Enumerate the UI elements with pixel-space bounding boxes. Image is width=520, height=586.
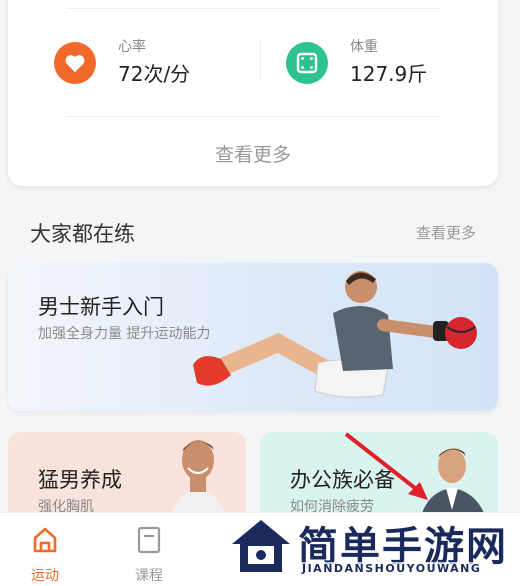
workout-illustration — [193, 271, 477, 398]
divider — [66, 8, 440, 9]
weight-metric[interactable]: 体重 127.9斤 — [286, 38, 427, 88]
weight-label: 体重 — [350, 39, 378, 55]
featured-course-card[interactable]: 男士新手入门 加强全身力量 提升运动能力 — [8, 263, 498, 411]
watermark-subtitle: JIANDANSHOUYOUWANG — [300, 562, 484, 575]
heart-rate-label: 心率 — [118, 39, 146, 55]
featured-course-title: 男士新手入门 — [38, 295, 164, 319]
divider — [260, 42, 261, 80]
heart-icon — [54, 42, 96, 84]
heart-rate-value: 72次/分 — [118, 62, 191, 86]
nav-label: 运动 — [31, 568, 59, 584]
home-icon — [33, 527, 57, 553]
weight-value: 127.9斤 — [350, 62, 428, 86]
health-summary-card: 心率 72次/分 体重 127.9斤 查看更多 — [8, 0, 498, 186]
course-icon — [137, 526, 161, 554]
nav-label: 课程 — [135, 568, 163, 584]
watermark-logo — [232, 520, 290, 572]
nav-item-exercise[interactable]: 运动 — [10, 525, 80, 585]
health-see-more-link[interactable]: 查看更多 — [8, 140, 498, 167]
divider — [66, 116, 440, 117]
section-see-more-link[interactable]: 查看更多 — [416, 222, 476, 243]
nav-item-courses[interactable]: 课程 — [114, 525, 184, 585]
heart-rate-metric[interactable]: 心率 72次/分 — [54, 38, 190, 88]
section-title: 大家都在练 — [30, 222, 135, 246]
course-card-title: 猛男养成 — [38, 468, 122, 492]
scale-icon — [286, 42, 328, 84]
red-arrow-annotation — [344, 432, 428, 500]
